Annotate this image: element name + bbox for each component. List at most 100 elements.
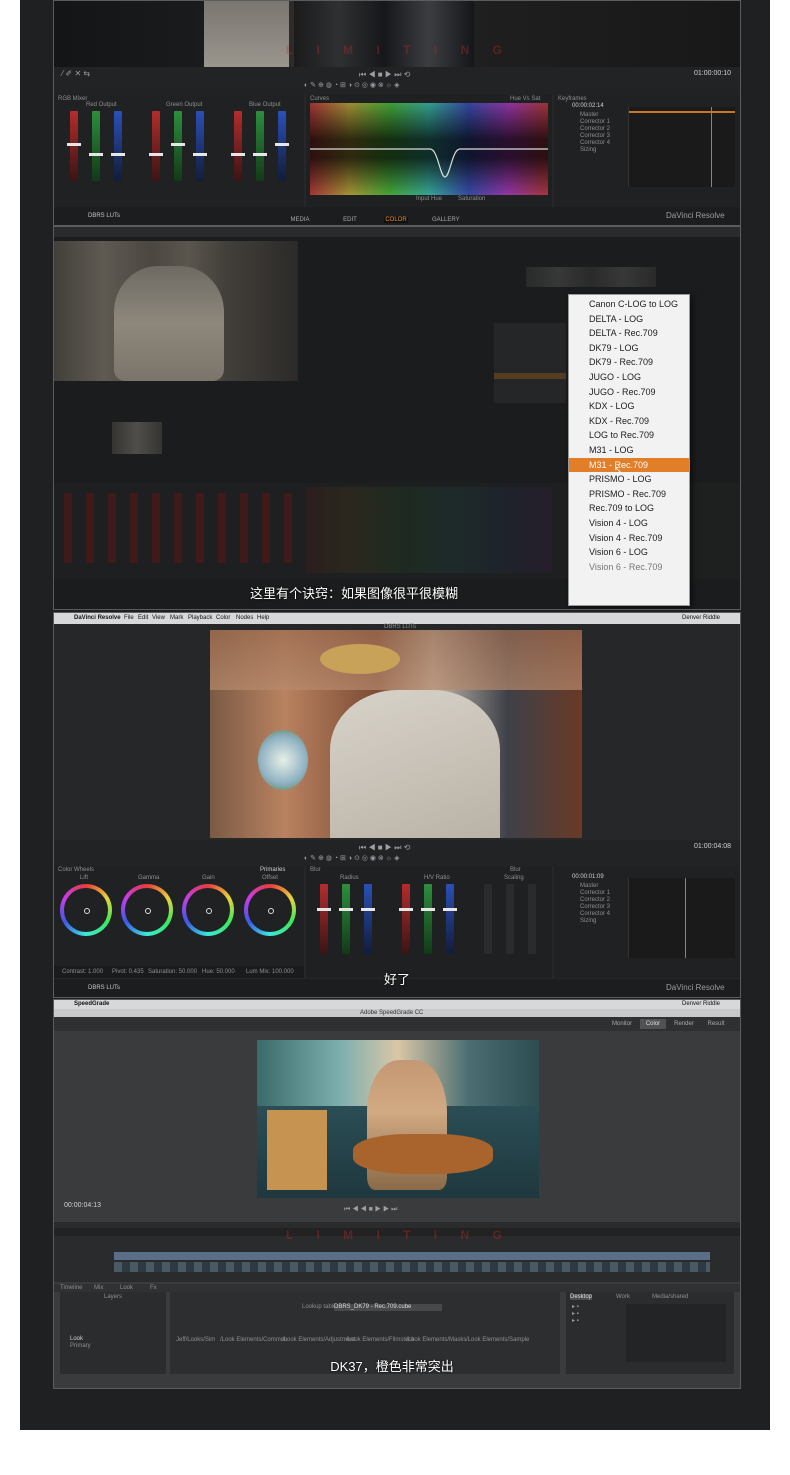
tab-color[interactable]: Color xyxy=(640,1019,666,1029)
node-item[interactable]: Corrector 4 xyxy=(558,140,622,147)
hv-green-slider[interactable] xyxy=(421,884,435,954)
transport-controls-icon[interactable]: ⏮ ◀ ◀ ■ ▶ ▶ ⏭ xyxy=(344,1206,397,1214)
node-item[interactable]: Master xyxy=(558,883,622,890)
page-tab-color[interactable]: COLOR xyxy=(384,217,408,223)
node-item[interactable]: Sizing xyxy=(558,918,622,925)
lut-item-selected[interactable]: M31 - Rec.709 xyxy=(569,457,689,473)
node-item[interactable]: Corrector 1 xyxy=(558,119,622,126)
tab-result[interactable]: Result xyxy=(704,1021,728,1027)
node-item[interactable]: Corrector 3 xyxy=(558,133,622,140)
red-red-slider[interactable] xyxy=(67,111,81,181)
menu-edit[interactable]: Edit xyxy=(138,615,148,621)
blue-red-slider[interactable] xyxy=(231,111,245,181)
lum-mix-value[interactable]: Lum Mix: 100.000 xyxy=(246,969,294,975)
palette-icons[interactable]: ◐ ✎ ⊕ ◍ ◔ ⊞ ◑ ⊙ ◎ ◉ ⊗ ☼ ◈ xyxy=(304,81,399,89)
hv-blue-slider[interactable] xyxy=(443,884,457,954)
menu-file[interactable]: File xyxy=(124,615,134,621)
blue-blue-slider[interactable] xyxy=(275,111,289,181)
node-item[interactable]: Corrector 4 xyxy=(558,911,622,918)
folder-tree-icon[interactable]: ▸ ▪ ▸ ▪ ▸ ▪ xyxy=(572,1304,579,1325)
look-tab[interactable]: /Look Elements/Filmstock xyxy=(346,1337,414,1343)
bottom-tab-timeline[interactable]: Timeline xyxy=(60,1285,82,1291)
lookup-table-value[interactable]: DBRS_DK79 - Rec.709.cube xyxy=(334,1304,442,1311)
scaling-slider-3[interactable] xyxy=(528,884,536,954)
lut-item[interactable]: Vision 6 - LOG xyxy=(569,545,689,560)
look-tab[interactable]: Jeff/Looks/Sim xyxy=(176,1337,215,1343)
gain-wheel[interactable] xyxy=(182,884,234,936)
green-blue-slider[interactable] xyxy=(193,111,207,181)
node-item[interactable]: Corrector 2 xyxy=(558,126,622,133)
offset-wheel[interactable] xyxy=(244,884,296,936)
app-menu[interactable]: SpeedGrade xyxy=(74,1001,109,1007)
lut-item[interactable]: LOG to Rec.709 xyxy=(569,428,689,443)
lut-item[interactable]: Canon C-LOG to LOG xyxy=(569,297,689,312)
app-menu[interactable]: DaVinci Resolve xyxy=(74,615,121,621)
scaling-slider-2[interactable] xyxy=(506,884,514,954)
hue-value[interactable]: Hue: 50.000 xyxy=(202,969,235,975)
lut-item[interactable]: Vision 4 - Rec.709 xyxy=(569,531,689,546)
node-item[interactable]: Corrector 2 xyxy=(558,897,622,904)
lut-item[interactable]: PRISMO - Rec.709 xyxy=(569,487,689,502)
menu-view[interactable]: View xyxy=(152,615,165,621)
radius-green-slider[interactable] xyxy=(339,884,353,954)
lut-item[interactable]: M31 - LOG xyxy=(569,443,689,458)
transport-controls-icon[interactable]: ⏮ ◀ ■ ▶ ⏭ ⟲ xyxy=(359,70,410,80)
lut-submenu[interactable]: Canon C-LOG to LOG DELTA - LOG DELTA - R… xyxy=(568,294,690,606)
contrast-value[interactable]: Contrast: 1.000 xyxy=(62,969,103,975)
pivot-value[interactable]: Pivot: 0.435 xyxy=(112,969,144,975)
node-item[interactable]: Master xyxy=(558,112,622,119)
lut-item[interactable]: KDX - Rec.709 xyxy=(569,414,689,429)
gamma-wheel[interactable] xyxy=(121,884,173,936)
node-item[interactable]: Sizing xyxy=(558,147,622,154)
lut-item[interactable]: DK79 - Rec.709 xyxy=(569,355,689,370)
menu-color[interactable]: Color xyxy=(216,615,230,621)
primaries-mode[interactable]: Primaries xyxy=(260,867,285,873)
tab-render[interactable]: Render xyxy=(672,1021,696,1027)
hv-red-slider[interactable] xyxy=(399,884,413,954)
red-green-slider[interactable] xyxy=(89,111,103,181)
bottom-tab-mix[interactable]: Mix xyxy=(94,1285,103,1291)
node-item[interactable]: Corrector 3 xyxy=(558,904,622,911)
browser-tab[interactable]: Desktop xyxy=(570,1294,593,1300)
page-tab-media[interactable]: MEDIA xyxy=(290,217,310,223)
blue-green-slider[interactable] xyxy=(253,111,267,181)
bottom-tab-look[interactable]: Look xyxy=(120,1285,133,1291)
lut-item[interactable]: JUGO - Rec.709 xyxy=(569,385,689,400)
palette-icons[interactable]: ◐ ✎ ⊕ ◍ ◔ ⊞ ◑ ⊙ ◎ ◉ ⊗ ☼ ◈ xyxy=(304,854,399,862)
lut-item[interactable]: Rec.709 to LOG xyxy=(569,501,689,516)
saturation-value[interactable]: Saturation: 50.000 xyxy=(148,969,197,975)
radius-red-slider[interactable] xyxy=(317,884,331,954)
lut-item[interactable]: DELTA - LOG xyxy=(569,312,689,327)
browser-tab[interactable]: Media/shared xyxy=(652,1294,688,1300)
menu-nodes[interactable]: Nodes xyxy=(236,615,253,621)
lut-item[interactable]: Vision 6 - Rec.709 xyxy=(569,560,689,575)
look-tab[interactable]: /Look Elements/Common xyxy=(220,1337,287,1343)
lut-item[interactable]: KDX - LOG xyxy=(569,399,689,414)
tools-icon[interactable]: ⁄ ✐ ✕ ⇆ xyxy=(62,69,90,78)
browser-tab[interactable]: Work xyxy=(616,1294,630,1300)
menu-mark[interactable]: Mark xyxy=(170,615,183,621)
look-tab[interactable]: /Look Elements/Masks xyxy=(406,1337,466,1343)
timeline[interactable]: L I M I T I N G xyxy=(54,1222,740,1282)
radius-blue-slider[interactable] xyxy=(361,884,375,954)
blur-mode[interactable]: Blur xyxy=(510,867,521,873)
lut-item[interactable]: Vision 4 - LOG xyxy=(569,516,689,531)
hue-vs-sat-curve[interactable]: Curves Hue Vs Sat Input Hue Saturation xyxy=(306,95,552,207)
red-blue-slider[interactable] xyxy=(111,111,125,181)
menu-playback[interactable]: Playback xyxy=(188,615,212,621)
node-item[interactable]: Corrector 1 xyxy=(558,890,622,897)
keyframe-track[interactable] xyxy=(628,878,735,958)
keyframe-track[interactable] xyxy=(628,107,735,187)
layer-look[interactable]: Look xyxy=(70,1336,83,1342)
page-tab-gallery[interactable]: GALLERY xyxy=(432,217,460,223)
bottom-tab-fx[interactable]: Fx xyxy=(150,1285,157,1291)
page-tab-edit[interactable]: EDIT xyxy=(340,217,360,223)
layer-primary[interactable]: Primary xyxy=(70,1343,91,1349)
transport-controls-icon[interactable]: ⏮ ◀ ■ ▶ ⏭ ⟲ xyxy=(359,843,410,853)
look-tab[interactable]: /Look Elements/Sample xyxy=(466,1337,529,1343)
tab-monitor[interactable]: Monitor xyxy=(610,1021,634,1027)
lut-item[interactable]: DK79 - LOG xyxy=(569,341,689,356)
green-red-slider[interactable] xyxy=(149,111,163,181)
menu-help[interactable]: Help xyxy=(257,615,269,621)
look-tab[interactable]: /Look Elements/Adjustment xyxy=(282,1337,355,1343)
